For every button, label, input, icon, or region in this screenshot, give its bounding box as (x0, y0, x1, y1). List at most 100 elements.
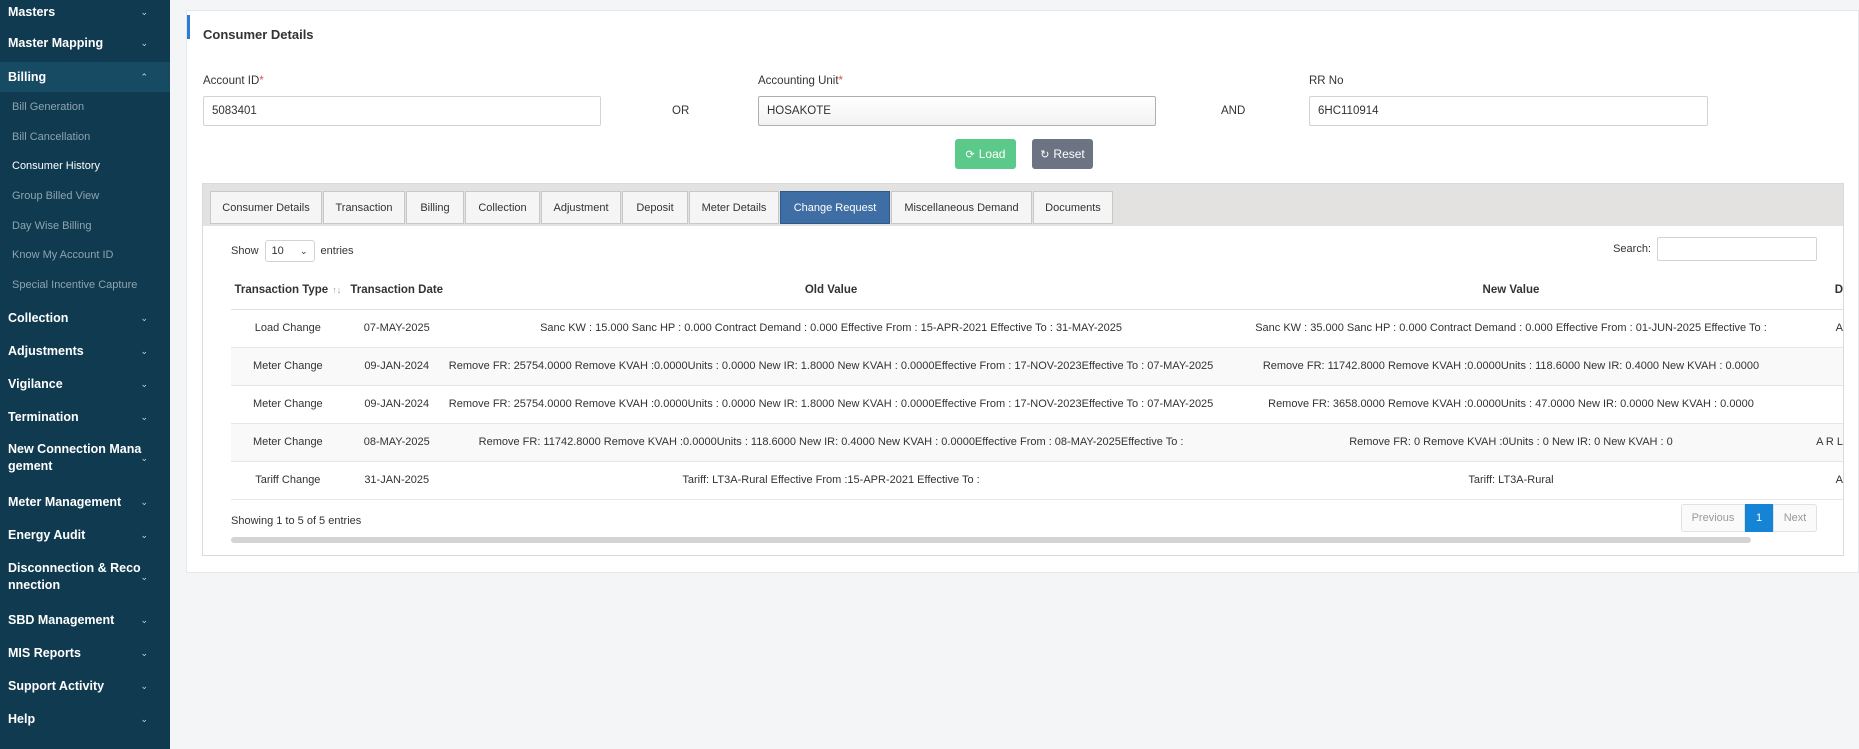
sidebar-item-termination[interactable]: Termination ⌄ (0, 407, 170, 427)
page-title: Consumer Details (203, 27, 314, 42)
sidebar-item-collection[interactable]: Collection ⌄ (0, 308, 170, 328)
previous-page-button[interactable]: Previous (1681, 504, 1745, 532)
cell-transaction-type: Meter Change (231, 385, 345, 424)
sidebar-item-vigilance[interactable]: Vigilance ⌄ (0, 374, 170, 394)
cell-truncated: A (1808, 461, 1843, 500)
tab-change-request[interactable]: Change Request (780, 191, 890, 224)
column-header-truncated[interactable]: D (1808, 272, 1843, 310)
sidebar-item-billing[interactable]: Billing ⌃ (0, 62, 170, 92)
chevron-up-icon: ⌃ (140, 71, 148, 82)
cell-transaction-date: 07-MAY-2025 (344, 309, 449, 348)
next-page-button[interactable]: Next (1773, 504, 1817, 532)
chevron-down-icon: ⌄ (140, 571, 148, 582)
sidebar-item-mis-reports[interactable]: MIS Reports ⌄ (0, 643, 170, 663)
table-row: Tariff Change 31-JAN-2025 Tariff: LT3A-R… (231, 461, 1843, 500)
tab-adjustment[interactable]: Adjustment (541, 191, 621, 224)
tab-collection[interactable]: Collection (465, 191, 540, 224)
chevron-down-icon: ⌄ (140, 312, 148, 323)
tab-deposit[interactable]: Deposit (622, 191, 688, 224)
entries-label: entries (320, 245, 354, 257)
cell-transaction-type: Meter Change (231, 347, 345, 386)
column-header-new-value[interactable]: New Value (1213, 272, 1809, 310)
cell-old-value: Sanc KW : 15.000 Sanc HP : 0.000 Contrac… (448, 309, 1214, 348)
chevron-down-icon: ⌄ (140, 496, 148, 507)
sidebar-subitem-day-wise-billing[interactable]: Day Wise Billing (12, 220, 91, 232)
sidebar-item-support-activity[interactable]: Support Activity ⌄ (0, 676, 170, 696)
sidebar-item-label: Vigilance (8, 376, 63, 391)
or-separator: OR (672, 105, 690, 117)
rr-no-input[interactable]: 6HC110914 (1309, 96, 1708, 126)
cell-new-value: Sanc KW : 35.000 Sanc HP : 0.000 Contrac… (1213, 309, 1809, 348)
sidebar-item-label: Billing (8, 69, 47, 84)
chevron-down-icon: ⌄ (140, 378, 148, 389)
sidebar-item-label: SBD Management (8, 612, 115, 627)
tab-meter-details[interactable]: Meter Details (689, 191, 779, 224)
cell-transaction-date: 09-JAN-2024 (344, 385, 449, 424)
sidebar-item-master-mapping[interactable]: Master Mapping ⌄ (0, 33, 170, 53)
pagination: Previous 1 Next (1681, 504, 1817, 532)
sidebar-subitem-bill-cancellation[interactable]: Bill Cancellation (12, 131, 90, 143)
tab-consumer-details[interactable]: Consumer Details (210, 191, 322, 224)
column-header-transaction-type[interactable]: Transaction Type ↑↓ (231, 272, 345, 310)
sidebar-item-label: New Connection Management (8, 442, 142, 473)
cell-new-value: Remove FR: 3658.0000 Remove KVAH :0.0000… (1213, 385, 1809, 424)
table-info: Showing 1 to 5 of 5 entries (231, 515, 362, 527)
cell-transaction-date: 31-JAN-2025 (344, 461, 449, 500)
sidebar-item-meter-management[interactable]: Meter Management ⌄ (0, 492, 170, 512)
table-row: Meter Change 09-JAN-2024 Remove FR: 2575… (231, 347, 1843, 386)
cell-transaction-type: Tariff Change (231, 461, 345, 500)
accounting-unit-label-text: Accounting Unit (758, 75, 839, 87)
accounting-unit-label: Accounting Unit* (758, 75, 843, 87)
cell-transaction-type: Load Change (231, 309, 345, 348)
sidebar-item-label: Help (8, 711, 36, 726)
chevron-down-icon: ⌄ (299, 245, 308, 256)
tab-miscellaneous-demand[interactable]: Miscellaneous Demand (891, 191, 1032, 224)
sidebar-subitem-consumer-history[interactable]: Consumer History (12, 160, 100, 172)
sort-icon: ↑↓ (332, 285, 342, 296)
sidebar-item-new-connection-management[interactable]: New Connection Management ⌄ (0, 440, 170, 476)
cell-truncated (1808, 385, 1843, 424)
table-row: Meter Change 09-JAN-2024 Remove FR: 2575… (231, 385, 1843, 424)
sidebar-subitem-bill-generation[interactable]: Bill Generation (12, 101, 84, 113)
tab-transaction[interactable]: Transaction (323, 191, 405, 224)
load-button[interactable]: ⟳ Load (955, 139, 1016, 169)
sidebar-item-disconnection-reconnection[interactable]: Disconnection & Reconnection ⌄ (0, 559, 170, 595)
cell-transaction-date: 08-MAY-2025 (344, 423, 449, 462)
page-length-select[interactable]: 10 ⌄ (264, 240, 315, 262)
cell-transaction-type: Meter Change (231, 423, 345, 462)
sidebar-item-label: Termination (8, 409, 79, 424)
sidebar-item-masters[interactable]: Masters ⌄ (0, 2, 170, 22)
sidebar-item-help[interactable]: Help ⌄ (0, 709, 170, 729)
horizontal-scrollbar[interactable] (231, 537, 1751, 543)
search-label: Search: (1613, 243, 1651, 255)
cell-new-value: Remove FR: 0 Remove KVAH :0Units : 0 New… (1213, 423, 1809, 462)
chevron-down-icon: ⌄ (140, 345, 148, 356)
sidebar-item-label: Masters (8, 4, 56, 19)
reset-button[interactable]: ↻ Reset (1032, 139, 1093, 169)
cell-old-value: Remove FR: 25754.0000 Remove KVAH :0.000… (448, 385, 1214, 424)
account-id-input[interactable]: 5083401 (203, 96, 601, 126)
page-1-button[interactable]: 1 (1745, 504, 1773, 532)
chevron-down-icon: ⌄ (140, 680, 148, 691)
sidebar-subitem-group-billed-view[interactable]: Group Billed View (12, 190, 99, 202)
sidebar-item-energy-audit[interactable]: Energy Audit ⌄ (0, 525, 170, 545)
accounting-unit-select[interactable]: HOSAKOTE (758, 96, 1156, 126)
panel-accent-bar (187, 15, 190, 39)
table-header-row: Transaction Type ↑↓ Transaction Date Old … (231, 272, 1843, 310)
column-header-old-value[interactable]: Old Value (448, 272, 1214, 310)
column-header-transaction-date[interactable]: Transaction Date (344, 272, 449, 310)
search-input[interactable] (1657, 237, 1817, 261)
chevron-down-icon: ⌄ (140, 713, 148, 724)
page-length-value: 10 (271, 245, 284, 257)
tab-billing[interactable]: Billing (406, 191, 464, 224)
rr-no-label: RR No (1309, 75, 1344, 87)
sidebar-subitem-know-my-account-id[interactable]: Know My Account ID (12, 249, 114, 261)
sidebar-item-label: Collection (8, 310, 69, 325)
sidebar-item-adjustments[interactable]: Adjustments ⌄ (0, 341, 170, 361)
chevron-down-icon: ⌄ (140, 411, 148, 422)
tab-documents[interactable]: Documents (1033, 191, 1113, 224)
cell-truncated: A R L (1808, 423, 1843, 462)
sidebar-subitem-special-incentive-capture[interactable]: Special Incentive Capture (12, 279, 137, 291)
sidebar-item-sbd-management[interactable]: SBD Management ⌄ (0, 610, 170, 630)
sidebar-item-label: Disconnection & Reconnection (8, 561, 141, 592)
